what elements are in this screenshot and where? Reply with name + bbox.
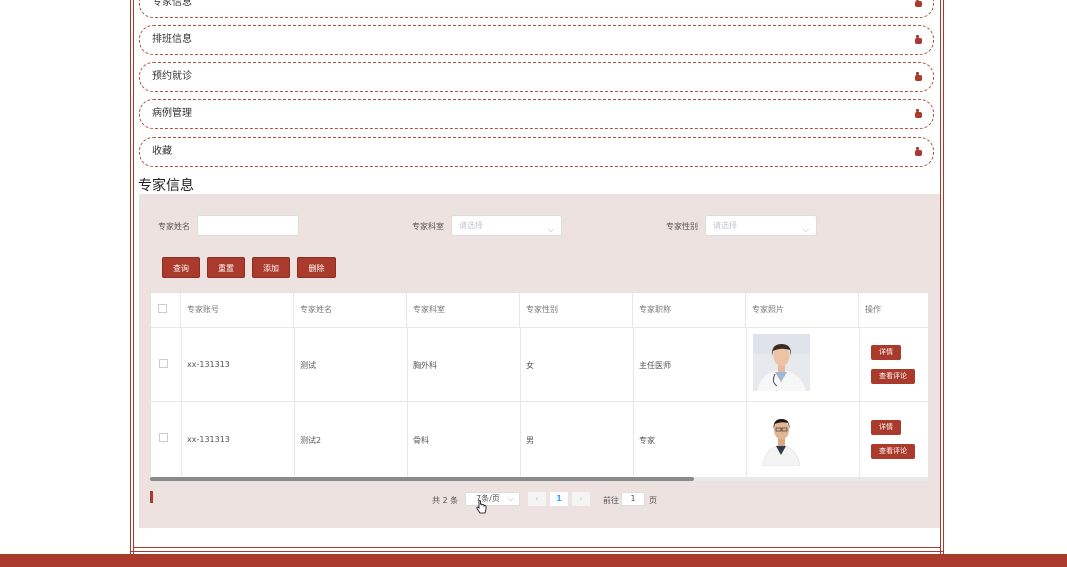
cell-account: xx-131313 (187, 360, 230, 369)
pagination-total: 共 2 条 (432, 496, 459, 505)
col-divider (181, 327, 182, 477)
detail-button[interactable]: 详情 (871, 420, 901, 435)
delete-button[interactable]: 删除 (297, 257, 336, 278)
menu-item-cases[interactable]: 病例管理 (139, 99, 934, 129)
frame-left-inner (133, 0, 134, 554)
col-divider (859, 327, 860, 477)
expert-table: 专家账号 专家姓名 专家科室 专家性别 专家职称 专家照片 操作 xx-1313… (150, 292, 929, 482)
cell-name: 测试2 (300, 436, 322, 445)
view-reviews-button[interactable]: 查看评论 (871, 369, 915, 384)
column-header: 专家职称 (633, 293, 746, 327)
footer-bar (0, 554, 1067, 567)
gender-select[interactable]: 请选择 ⌵ (705, 215, 817, 236)
cake-icon (915, 0, 922, 7)
menu-item-schedule[interactable]: 排班信息 (139, 25, 934, 55)
goto-label: 前往 (603, 496, 619, 505)
column-header: 专家姓名 (294, 293, 407, 327)
reset-button[interactable]: 重置 (207, 257, 245, 278)
dept-select[interactable]: 请选择 ⌵ (451, 215, 562, 236)
cake-icon (915, 72, 922, 81)
menu-item-label: 收藏 (152, 146, 172, 157)
accent-marker (150, 491, 153, 503)
gender-select-placeholder: 请选择 (713, 221, 737, 230)
filter-name-label: 专家姓名 (158, 222, 190, 231)
filter-dept-label: 专家科室 (412, 222, 444, 231)
menu-item-label: 排班信息 (152, 34, 192, 45)
page-suffix-label: 页 (649, 496, 657, 505)
dept-select-placeholder: 请选择 (459, 221, 483, 230)
cell-account: xx-131313 (187, 435, 230, 444)
cell-title: 专家 (639, 436, 655, 445)
cell-dept: 骨科 (413, 436, 429, 445)
cake-icon (915, 109, 922, 118)
menu-item-label: 预约就诊 (152, 71, 192, 82)
menu-item-label: 专家信息 (152, 0, 192, 8)
goto-page-input[interactable]: 1 (621, 492, 645, 506)
menu-item-favorites[interactable]: 收藏 (139, 137, 934, 167)
cell-name: 测试 (300, 361, 316, 370)
col-divider (746, 327, 747, 477)
prev-page-button[interactable]: ‹ (528, 492, 546, 506)
row-checkbox[interactable] (159, 433, 168, 442)
cake-icon (915, 147, 922, 156)
frame-bottom-inner (133, 547, 941, 548)
expert-photo (753, 409, 810, 466)
page-size-select[interactable]: 7条/页 ⌵ (465, 492, 520, 506)
chevron-down-icon: ⌵ (507, 494, 514, 503)
query-button[interactable]: 查询 (162, 257, 200, 278)
filter-gender-label: 专家性别 (666, 222, 698, 231)
cell-dept: 胸外科 (413, 361, 437, 370)
cell-gender: 女 (526, 361, 534, 370)
table-scrollbar-thumb[interactable] (150, 477, 694, 481)
column-header: 操作 (865, 305, 881, 314)
frame-right-inner (940, 0, 941, 554)
cake-icon (915, 35, 922, 44)
page-title: 专家信息 (138, 178, 194, 194)
menu-item-expert-info[interactable]: 专家信息 (139, 0, 934, 18)
menu-item-appointment[interactable]: 预约就诊 (139, 62, 934, 92)
next-page-button[interactable]: › (572, 492, 590, 506)
add-button[interactable]: 添加 (252, 257, 290, 278)
column-header: 专家账号 (181, 293, 294, 327)
chevron-down-icon: ⌵ (802, 225, 809, 234)
cell-gender: 男 (526, 436, 534, 445)
row-checkbox[interactable] (159, 359, 168, 368)
frame-right-outer (943, 0, 944, 554)
detail-button[interactable]: 详情 (871, 345, 901, 360)
frame-bottom-outer (130, 551, 944, 552)
col-divider (407, 327, 408, 477)
menu-item-label: 病例管理 (152, 108, 192, 119)
page-number-current[interactable]: 1 (550, 492, 568, 506)
chevron-down-icon: ⌵ (547, 225, 554, 234)
column-header: 专家性别 (520, 293, 633, 327)
column-header: 专家照片 (746, 293, 859, 327)
col-divider (520, 327, 521, 477)
view-reviews-button[interactable]: 查看评论 (871, 444, 915, 459)
name-search-input[interactable] (197, 215, 299, 236)
col-divider (633, 327, 634, 477)
row-divider (151, 327, 928, 328)
cell-title: 主任医师 (639, 361, 671, 370)
expert-photo (753, 334, 810, 391)
row-divider (151, 401, 928, 402)
col-divider (294, 327, 295, 477)
select-all-checkbox[interactable] (158, 304, 167, 313)
hand-cursor-icon (476, 500, 487, 514)
frame-left-outer (130, 0, 131, 554)
column-header: 专家科室 (407, 293, 520, 327)
